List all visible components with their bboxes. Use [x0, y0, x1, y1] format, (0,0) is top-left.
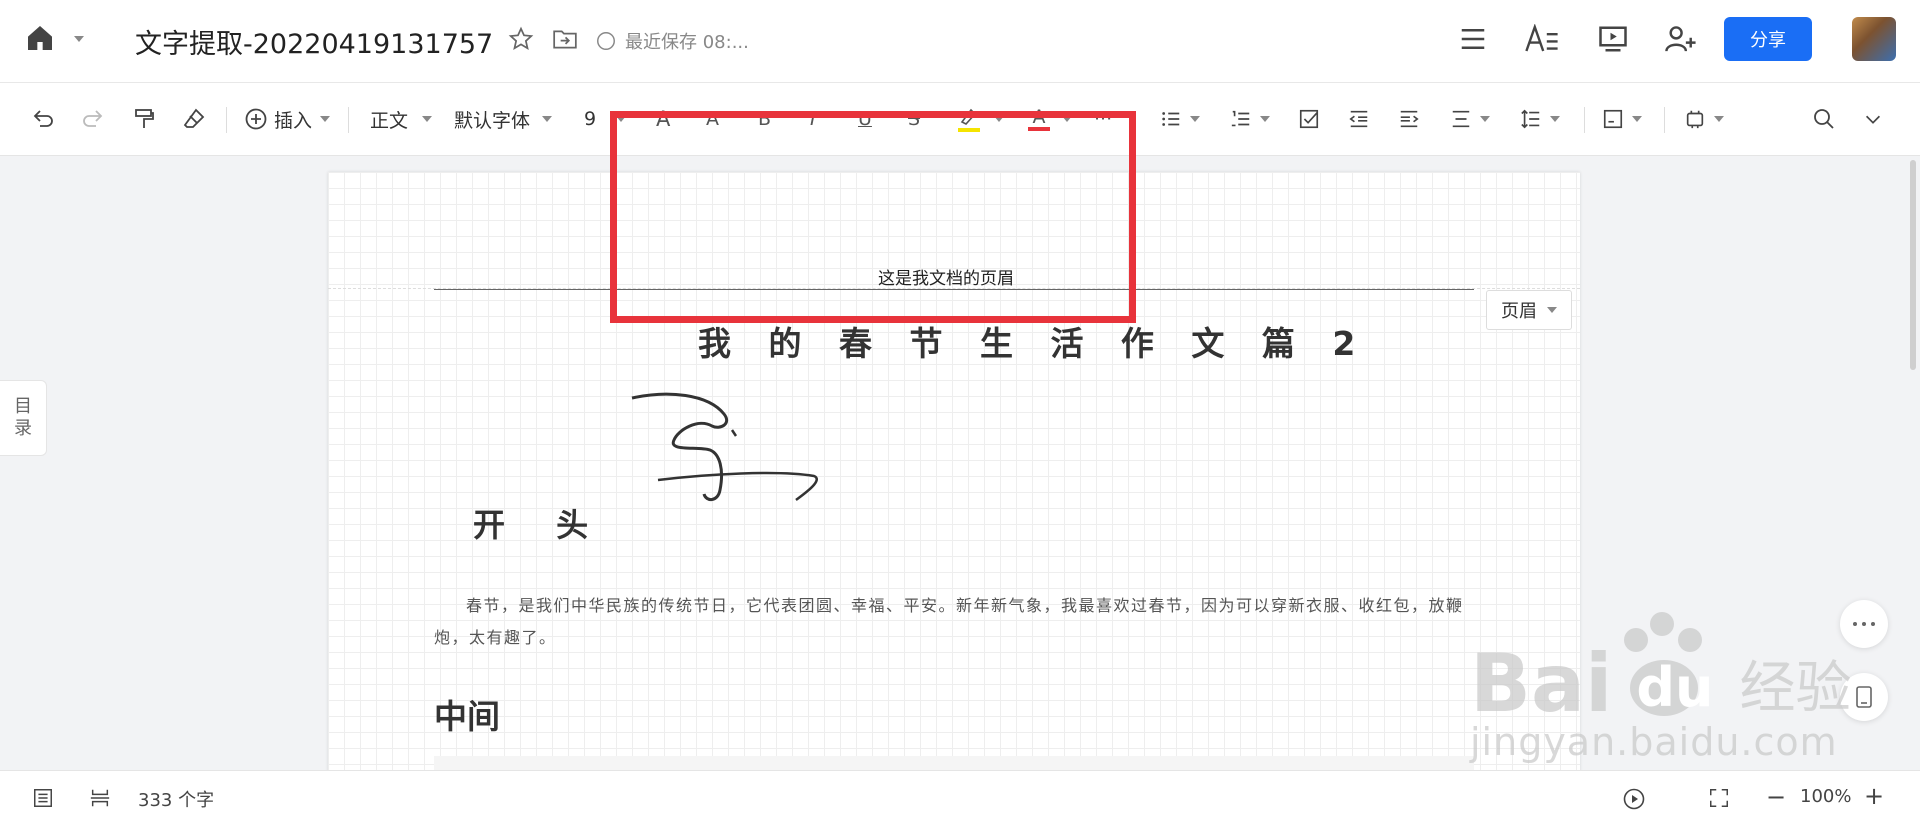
indent-icon[interactable]: [1398, 83, 1420, 155]
zoom-in-button[interactable]: +: [1864, 782, 1884, 810]
chevron-down-icon: [1480, 116, 1490, 122]
redo-icon[interactable]: [80, 83, 104, 155]
chevron-down-icon: [422, 116, 433, 122]
body-paragraph[interactable]: 春节，是我们中华民族的传统节日，它代表团圆、幸福、平安。新年新气象，我最喜欢过春…: [434, 590, 1474, 654]
toolbar-separator: [226, 107, 227, 133]
table-of-contents-tab[interactable]: 目 录: [0, 380, 47, 456]
plus-circle-icon: [245, 108, 267, 130]
toolbar-separator: [348, 107, 349, 133]
zoom-out-button[interactable]: −: [1766, 783, 1786, 811]
font-family-select[interactable]: 默认字体: [454, 83, 553, 155]
home-icon[interactable]: [24, 22, 56, 54]
document-heading[interactable]: 我 的 春 节 生 活 作 文 篇 2: [698, 317, 1368, 365]
heading-middle[interactable]: 中间: [434, 690, 500, 738]
format-painter-icon[interactable]: [132, 83, 156, 155]
save-status: 最近保存 08:...: [595, 28, 749, 54]
page-setup-button[interactable]: [1602, 83, 1642, 155]
chevron-down-icon: [542, 116, 553, 122]
chevron-down-icon: [320, 116, 331, 122]
line-spacing-button[interactable]: [1520, 83, 1560, 155]
fullscreen-icon[interactable]: [1708, 787, 1730, 809]
outline-view-icon[interactable]: [32, 787, 54, 809]
text-format-icon[interactable]: [1524, 24, 1560, 54]
watermark-brand-du: du: [1636, 656, 1714, 719]
save-status-text: 最近保存 08:...: [625, 32, 749, 53]
ellipsis-icon: [1853, 622, 1875, 626]
search-icon[interactable]: [1812, 83, 1836, 155]
chevron-down-icon: [1550, 116, 1560, 122]
chevron-down-icon: [1547, 307, 1557, 313]
font-size-value: 9: [584, 108, 597, 130]
font-family-value: 默认字体: [454, 109, 531, 132]
chevron-down-icon: [1260, 116, 1270, 122]
align-button[interactable]: [1450, 83, 1490, 155]
play-icon[interactable]: [1622, 787, 1646, 811]
undo-icon[interactable]: [32, 83, 56, 155]
numbered-list-icon: [1231, 110, 1250, 127]
collapse-toolbar-icon[interactable]: [1862, 83, 1884, 155]
signature-image[interactable]: [628, 390, 848, 510]
toolbar-separator: [1664, 107, 1665, 133]
toolbar-separator: [1584, 107, 1585, 133]
paragraph-style-value: 正文: [370, 109, 409, 132]
bullet-list-icon: [1162, 112, 1180, 126]
star-icon[interactable]: [508, 26, 534, 52]
highlight-annotation-box: [610, 111, 1136, 323]
clear-format-icon[interactable]: [182, 83, 206, 155]
move-folder-icon[interactable]: [552, 26, 578, 52]
watermark-brand-jingyan: 经验: [1739, 656, 1852, 721]
home-dropdown-icon[interactable]: [74, 36, 84, 42]
align-center-icon: [1452, 110, 1470, 128]
watermark-url: jingyan.baidu.com: [1470, 720, 1838, 764]
save-status-icon: [595, 30, 617, 52]
share-button[interactable]: 分享: [1724, 17, 1812, 61]
menu-icon[interactable]: [1458, 24, 1488, 54]
phone-icon: [1856, 686, 1872, 708]
paragraph-style-select[interactable]: 正文: [370, 83, 433, 155]
baidu-watermark: Bai du 经验 jingyan.baidu.com: [1470, 610, 1852, 764]
outdent-icon[interactable]: [1348, 83, 1370, 155]
add-collaborator-icon[interactable]: [1664, 24, 1698, 54]
word-count: 333 个字: [138, 790, 215, 811]
plugin-icon: [1686, 110, 1704, 129]
watermark-brand: Bai: [1470, 637, 1613, 730]
status-bar: 333 个字 − 100% +: [0, 770, 1920, 826]
chevron-down-icon: [1190, 116, 1200, 122]
chevron-down-icon: [1714, 116, 1724, 122]
insert-label: 插入: [274, 109, 313, 132]
page-layout-icon: [1603, 109, 1623, 129]
chevron-down-icon: [1632, 116, 1642, 122]
page-break-icon[interactable]: [88, 787, 112, 809]
top-bar: 文字提取-20220419131757 最近保存 08:... 分享: [0, 0, 1920, 83]
vertical-scrollbar[interactable]: [1910, 160, 1916, 370]
checkbox-list-icon[interactable]: [1298, 83, 1320, 155]
plugin-button[interactable]: [1684, 83, 1724, 155]
heading-start[interactable]: 开 头: [473, 500, 608, 546]
toc-label-1: 目: [14, 396, 32, 417]
presentation-icon[interactable]: [1598, 24, 1628, 54]
document-title[interactable]: 文字提取-20220419131757: [135, 22, 493, 61]
numbered-list-button[interactable]: [1230, 83, 1270, 155]
user-avatar[interactable]: [1852, 17, 1896, 61]
line-spacing-icon: [1521, 109, 1540, 129]
insert-menu[interactable]: 插入: [244, 83, 331, 155]
header-tag-dropdown[interactable]: 页眉: [1486, 290, 1572, 330]
bullet-list-button[interactable]: [1160, 83, 1200, 155]
toc-label-2: 录: [14, 418, 32, 439]
zoom-level[interactable]: 100%: [1800, 786, 1851, 807]
header-tag-label: 页眉: [1501, 301, 1537, 322]
